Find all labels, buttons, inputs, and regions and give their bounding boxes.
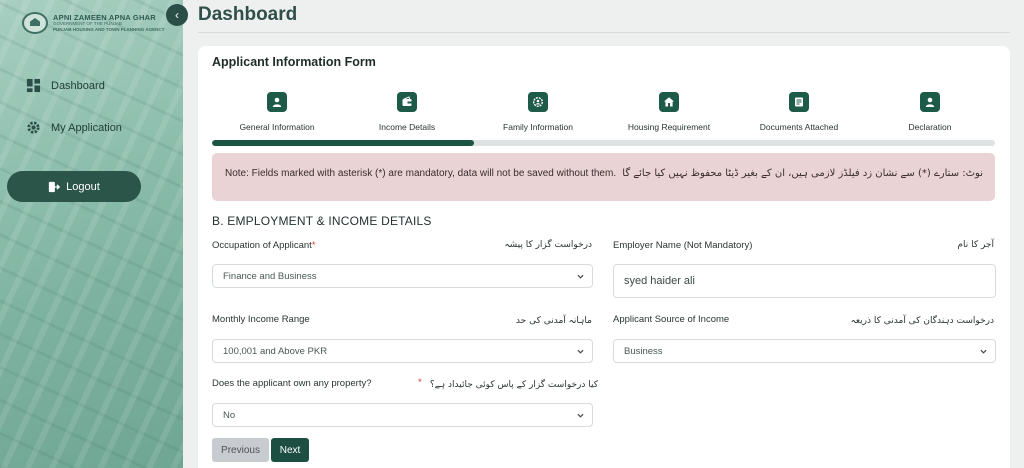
employer-label: Employer Name (Not Mandatory) (613, 240, 753, 251)
sidebar-item-dashboard[interactable]: Dashboard (26, 78, 105, 93)
income-range-select[interactable]: 100,001 and Above PKR (212, 339, 593, 363)
income-range-label: Monthly Income Range (212, 314, 310, 325)
step-general-information[interactable]: General Information (212, 92, 342, 132)
brand-logo-block: APNI ZAMEEN APNA GHAR GOVERNMENT OF THE … (22, 12, 165, 34)
chevron-down-icon (980, 349, 987, 354)
income-source-label: Applicant Source of Income (613, 314, 730, 325)
note-english: Note: Fields marked with asterisk (*) ar… (225, 168, 617, 179)
occupation-label-urdu: درخواست گزار کا پیشہ (504, 240, 592, 250)
logout-button[interactable]: Logout (7, 171, 141, 202)
employer-label-urdu: آجر کا نام (957, 240, 994, 250)
user-icon (272, 97, 282, 107)
brand-logo-icon (22, 12, 48, 34)
step-housing-requirement[interactable]: Housing Requirement (604, 92, 734, 132)
required-asterisk: * (311, 240, 316, 251)
step-label: Income Details (378, 122, 436, 132)
step-label: Housing Requirement (627, 122, 711, 132)
occupation-label: Occupation of Applicant* (212, 240, 316, 251)
note-urdu: نوٹ: ستارے (*) سے نشان زد فیلڈز لازمی ہی… (622, 168, 983, 179)
step-progress-fill (212, 140, 475, 146)
logout-label: Logout (66, 180, 100, 193)
income-range-label-urdu: ماہانہ آمدنی کی حد (515, 316, 592, 326)
chevron-down-icon (577, 413, 584, 418)
user-icon (925, 97, 935, 107)
sidebar: APNI ZAMEEN APNA GHAR GOVERNMENT OF THE … (0, 0, 183, 468)
sidebar-item-label: My Application (51, 121, 122, 134)
step-documents-attached[interactable]: Documents Attached (734, 92, 864, 132)
wallet-icon (402, 96, 412, 106)
section-title: B. EMPLOYMENT & INCOME DETAILS (212, 214, 432, 228)
grid-icon (26, 78, 41, 93)
sidebar-item-my-application[interactable]: My Application (26, 120, 122, 135)
home-icon (664, 97, 674, 107)
logout-icon (49, 181, 61, 192)
step-label: Declaration (908, 122, 952, 132)
income-source-select[interactable]: Business (613, 339, 996, 363)
property-select[interactable]: No (212, 403, 593, 427)
property-label-urdu: کیا درخواست گزار کے پاس کوئی جائیداد ہے؟ (429, 380, 598, 390)
family-icon (532, 96, 544, 108)
step-declaration[interactable]: Declaration (865, 92, 995, 132)
stepper: General Information Income Details Famil… (212, 92, 995, 132)
brand-agency: PUNJAB HOUSING AND TOWN PLANNING AGENCY (53, 26, 165, 32)
property-label: Does the applicant own any property? (212, 378, 372, 389)
previous-button[interactable]: Previous (212, 438, 269, 462)
step-label: General Information (239, 122, 315, 132)
income-source-label-urdu: درخواست دہندگان کی آمدنی کا ذریعہ (850, 316, 994, 326)
chevron-left-icon: ‹ (175, 8, 179, 22)
page-title: Dashboard (198, 4, 298, 25)
step-label: Documents Attached (759, 122, 839, 132)
step-family-information[interactable]: Family Information (473, 92, 603, 132)
collapse-sidebar-button[interactable]: ‹ (166, 4, 188, 26)
chevron-down-icon (577, 349, 584, 354)
form-title: Applicant Information Form (212, 55, 376, 69)
required-asterisk: * (418, 377, 422, 388)
sidebar-item-label: Dashboard (51, 79, 105, 92)
mandatory-fields-note: Note: Fields marked with asterisk (*) ar… (212, 153, 995, 201)
applicant-form-card: Applicant Information Form General Infor… (198, 46, 1010, 468)
step-progress-bar (212, 140, 995, 146)
step-label: Family Information (503, 122, 573, 132)
gear-icon (27, 121, 40, 134)
employer-name-input[interactable]: syed haider ali (613, 264, 996, 298)
brand-title: APNI ZAMEEN APNA GHAR (53, 12, 156, 22)
document-icon (795, 97, 803, 107)
header-divider (198, 32, 1010, 33)
next-button[interactable]: Next (271, 438, 309, 462)
chevron-down-icon (577, 274, 584, 279)
occupation-select[interactable]: Finance and Business (212, 264, 593, 288)
step-income-details[interactable]: Income Details (342, 92, 472, 132)
